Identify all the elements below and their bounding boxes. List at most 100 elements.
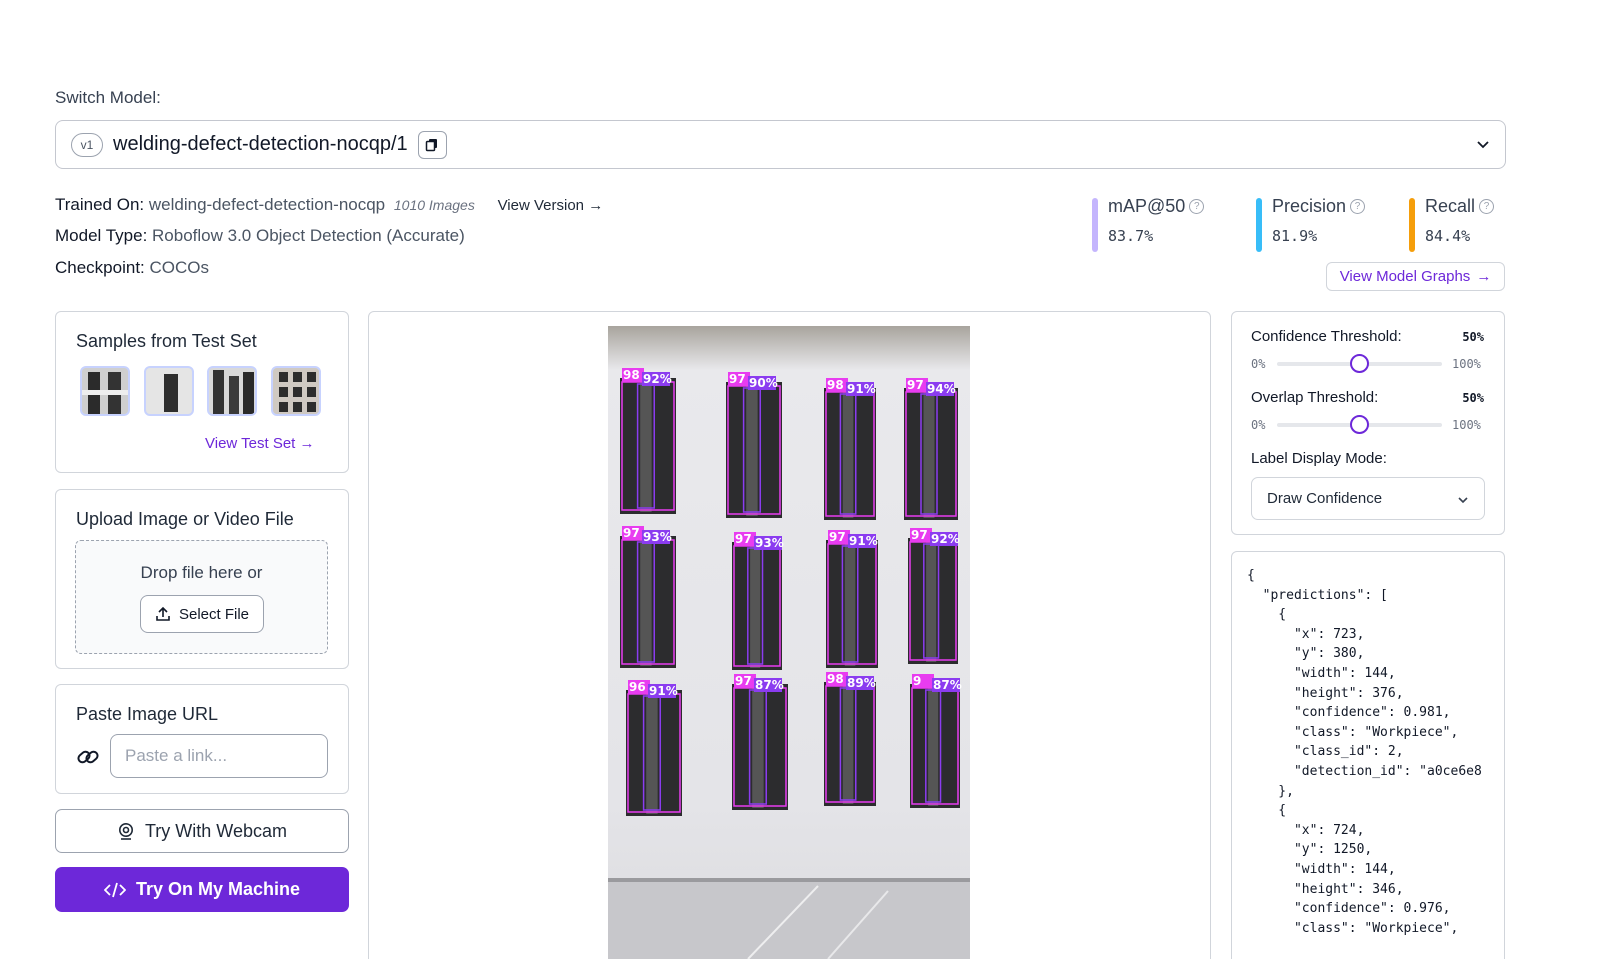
weld-confidence-label: 93%	[643, 530, 672, 544]
metric-precision: Precision? 81.9%	[1256, 196, 1366, 252]
image-count: 1010 Images	[393, 197, 475, 213]
try-on-machine-label: Try On My Machine	[135, 879, 301, 899]
workpiece-confidence-label: 98	[827, 672, 844, 686]
weld-confidence-label: 91%	[649, 684, 678, 698]
metric-recall: Recall? 84.4%	[1409, 196, 1495, 252]
workpiece-confidence-label: 97	[729, 372, 746, 386]
help-icon[interactable]: ?	[1350, 199, 1366, 214]
metric-map50: mAP@50? 83.7%	[1092, 196, 1205, 252]
samples-title: Samples from Test Set	[76, 331, 257, 351]
confidence-threshold-value: 50%	[1462, 330, 1484, 344]
metric-bar	[1092, 198, 1098, 252]
trained-on-label: Trained On:	[55, 195, 145, 214]
detection: 98 89%	[824, 672, 876, 806]
sample-image	[146, 368, 192, 414]
detection: 98 91%	[824, 378, 876, 520]
overlap-threshold-label: Overlap Threshold:	[1251, 389, 1379, 406]
webcam-icon	[118, 823, 133, 840]
detection: 97 90%	[726, 372, 782, 518]
view-model-graphs-button[interactable]: View Model Graphs →	[1326, 262, 1505, 291]
weld-seam-shape	[640, 380, 652, 512]
checkpoint-line: Checkpoint: COCOs	[55, 258, 209, 278]
arrow-right-icon: →	[299, 435, 315, 452]
metric-bar	[1256, 198, 1262, 252]
checkpoint-label: Checkpoint:	[55, 258, 145, 277]
workpiece-confidence-label: 97	[735, 674, 752, 688]
try-on-machine-button[interactable]: Try On My Machine	[55, 867, 349, 912]
metric-value: 81.9%	[1272, 227, 1318, 245]
weld-confidence-label: 90%	[749, 376, 778, 390]
detection: 98 92%	[620, 368, 676, 514]
detection: 97 91%	[826, 530, 878, 668]
image-url-input[interactable]	[110, 734, 328, 778]
weld-seam-shape	[842, 390, 854, 518]
overlap-slider-handle[interactable]	[1350, 415, 1369, 434]
workpiece-confidence-label: 98	[827, 378, 844, 392]
view-test-set-label: View Test Set	[205, 435, 296, 452]
sample-thumbnail-3[interactable]	[207, 366, 257, 416]
label-display-mode-label: Label Display Mode:	[1251, 450, 1387, 467]
metric-value: 84.4%	[1425, 227, 1471, 245]
confidence-slider-handle[interactable]	[1350, 354, 1369, 373]
confidence-slider[interactable]	[1277, 354, 1442, 373]
arrow-right-icon: →	[588, 197, 604, 214]
metric-label: Precision	[1272, 196, 1347, 216]
weld-seam-shape	[923, 390, 935, 518]
copy-button[interactable]	[417, 130, 447, 159]
help-icon[interactable]: ?	[1189, 199, 1205, 214]
select-file-button[interactable]: Select File	[140, 595, 264, 633]
model-id: welding-defect-detection-nocqp/1	[113, 133, 408, 155]
sample-thumbnail-2[interactable]	[144, 366, 194, 416]
model-type-line: Model Type: Roboflow 3.0 Object Detectio…	[55, 226, 465, 246]
weld-seam-shape	[646, 692, 658, 814]
label-display-mode-select[interactable]: Draw Confidence	[1251, 477, 1485, 520]
sample-thumbnail-4[interactable]	[271, 366, 321, 416]
sample-image	[82, 368, 128, 414]
select-file-label: Select File	[178, 605, 250, 623]
weld-confidence-label: 89%	[847, 676, 876, 690]
workpiece-confidence-label: 9	[913, 674, 921, 688]
overlap-threshold-value: 50%	[1462, 391, 1484, 405]
view-version-link[interactable]: View Version →	[498, 197, 604, 214]
link-icon	[77, 750, 99, 764]
model-type-value: Roboflow 3.0 Object Detection (Accurate)	[152, 226, 465, 245]
weld-seam-shape	[640, 538, 652, 666]
weld-seam-shape	[844, 542, 856, 666]
model-select[interactable]: v1 welding-defect-detection-nocqp/1	[55, 120, 1506, 169]
help-icon[interactable]: ?	[1479, 199, 1495, 214]
confidence-threshold-label: Confidence Threshold:	[1251, 328, 1402, 345]
weld-confidence-label: 91%	[849, 534, 878, 548]
detection: 97 87%	[732, 674, 788, 810]
weld-confidence-label: 93%	[755, 536, 784, 550]
chevron-down-icon	[1458, 497, 1468, 504]
file-dropzone[interactable]: Drop file here or Select File	[75, 540, 328, 654]
switch-model-label: Switch Model:	[55, 88, 161, 107]
weld-confidence-label: 92%	[643, 372, 672, 386]
detection: 97 93%	[620, 526, 676, 668]
chevron-down-icon	[1477, 141, 1489, 149]
detection: 9 87%	[910, 674, 962, 808]
workpiece-confidence-label: 97	[911, 528, 928, 542]
workpiece-confidence-label: 98	[623, 368, 640, 382]
version-badge: v1	[71, 132, 103, 157]
weld-seam-shape	[928, 686, 939, 806]
workpiece-confidence-label: 96	[629, 680, 646, 694]
try-webcam-button[interactable]: Try With Webcam	[55, 809, 349, 853]
weld-confidence-label: 87%	[933, 678, 962, 692]
overlap-max: 100%	[1452, 418, 1481, 432]
workpiece-confidence-label: 97	[907, 378, 924, 392]
upload-icon	[156, 606, 170, 621]
view-test-set-link[interactable]: View Test Set →	[205, 435, 315, 452]
workpiece-confidence-label: 97	[829, 530, 846, 544]
json-output-panel[interactable]: { "predictions": [ { "x": 723, "y": 380,…	[1231, 551, 1505, 959]
upload-title: Upload Image or Video File	[76, 509, 294, 529]
workpiece-confidence-label: 97	[735, 532, 752, 546]
try-webcam-label: Try With Webcam	[144, 820, 287, 841]
metric-bar	[1409, 198, 1415, 252]
trained-on-value: welding-defect-detection-nocqp	[148, 195, 386, 214]
drop-text: Drop file here or	[140, 563, 263, 582]
checkpoint-value: COCOs	[149, 258, 210, 277]
overlap-slider[interactable]	[1277, 415, 1442, 434]
sample-thumbnail-1[interactable]	[80, 366, 130, 416]
weld-seam-shape	[926, 540, 937, 662]
